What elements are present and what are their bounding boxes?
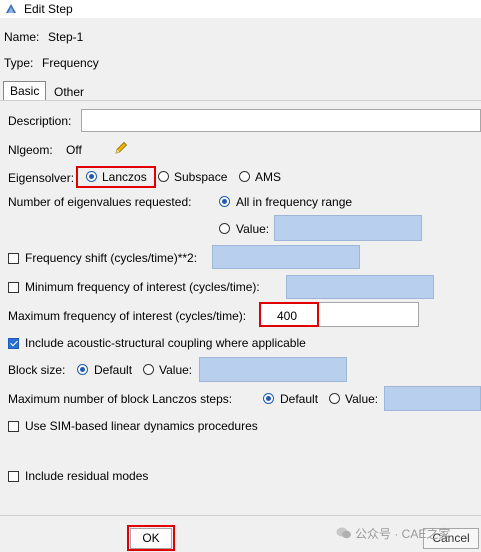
max-block-value-label: Value: bbox=[345, 392, 379, 406]
sim-label: Use SIM-based linear dynamics procedures bbox=[25, 419, 258, 433]
max-block-steps-label: Maximum number of block Lanczos steps: bbox=[8, 392, 233, 406]
acoustic-coupling-label: Include acoustic-structural coupling whe… bbox=[25, 336, 306, 350]
num-eigen-value-radio[interactable] bbox=[219, 223, 230, 234]
tab-basic-label: Basic bbox=[10, 84, 40, 98]
ok-highlight-box bbox=[127, 525, 175, 551]
nlgeom-label: Nlgeom: bbox=[8, 143, 53, 157]
tab-other-label: Other bbox=[54, 85, 85, 99]
block-size-default-radio[interactable] bbox=[77, 364, 88, 375]
max-block-value-input[interactable] bbox=[384, 386, 481, 411]
freq-shift-checkbox[interactable] bbox=[8, 253, 19, 264]
max-freq-label: Maximum frequency of interest (cycles/ti… bbox=[8, 309, 247, 323]
min-freq-checkbox[interactable] bbox=[8, 282, 19, 293]
block-size-value-radio[interactable] bbox=[143, 364, 154, 375]
name-label: Name: bbox=[4, 30, 40, 44]
step-type-value: Frequency bbox=[42, 56, 99, 70]
block-size-label: Block size: bbox=[8, 363, 66, 377]
type-label: Type: bbox=[4, 56, 34, 70]
watermark-text: 公众号 · CAE之家 bbox=[355, 527, 451, 541]
residual-modes-label: Include residual modes bbox=[25, 469, 149, 483]
max-block-value-radio[interactable] bbox=[329, 393, 340, 404]
app-icon bbox=[6, 4, 16, 13]
num-eigen-label: Number of eigenvalues requested: bbox=[8, 195, 192, 209]
block-size-value-label: Value: bbox=[159, 363, 193, 377]
block-size-value-input[interactable] bbox=[199, 357, 347, 382]
num-eigen-value-input[interactable] bbox=[274, 215, 422, 241]
eigensolver-ams-label: AMS bbox=[255, 170, 282, 184]
max-block-default-label: Default bbox=[280, 392, 319, 406]
pencil-icon[interactable] bbox=[113, 140, 129, 156]
residual-modes-checkbox[interactable] bbox=[8, 471, 19, 482]
freq-shift-label: Frequency shift (cycles/time)**2: bbox=[25, 251, 198, 265]
eigensolver-label: Eigensolver: bbox=[8, 171, 75, 185]
eigensolver-ams-radio[interactable] bbox=[239, 171, 250, 182]
eigensolver-lanczos-radio[interactable] bbox=[86, 171, 97, 182]
num-eigen-value-label: Value: bbox=[236, 222, 270, 236]
eigensolver-subspace-label: Subspace bbox=[174, 170, 228, 184]
tab-basic[interactable]: Basic bbox=[3, 81, 46, 100]
nlgeom-value: Off bbox=[66, 143, 82, 157]
num-eigen-all-label: All in frequency range bbox=[236, 195, 353, 209]
window-title: Edit Step bbox=[24, 2, 73, 16]
freq-shift-input[interactable] bbox=[212, 245, 360, 269]
description-input[interactable] bbox=[81, 109, 481, 132]
acoustic-coupling-checkbox[interactable] bbox=[8, 338, 19, 349]
button-bar-divider bbox=[0, 515, 481, 516]
max-freq-value: 400 bbox=[277, 309, 298, 323]
block-size-default-label: Default bbox=[94, 363, 133, 377]
eigensolver-subspace-radio[interactable] bbox=[158, 171, 169, 182]
wechat-icon bbox=[336, 527, 351, 539]
num-eigen-all-radio[interactable] bbox=[219, 196, 230, 207]
min-freq-label: Minimum frequency of interest (cycles/ti… bbox=[25, 280, 260, 294]
step-name-value: Step-1 bbox=[48, 30, 84, 44]
max-block-default-radio[interactable] bbox=[263, 393, 274, 404]
sim-checkbox[interactable] bbox=[8, 421, 19, 432]
description-label: Description: bbox=[8, 114, 72, 128]
tab-divider bbox=[0, 100, 481, 101]
min-freq-input[interactable] bbox=[286, 275, 434, 299]
eigensolver-lanczos-label: Lanczos bbox=[102, 170, 147, 184]
